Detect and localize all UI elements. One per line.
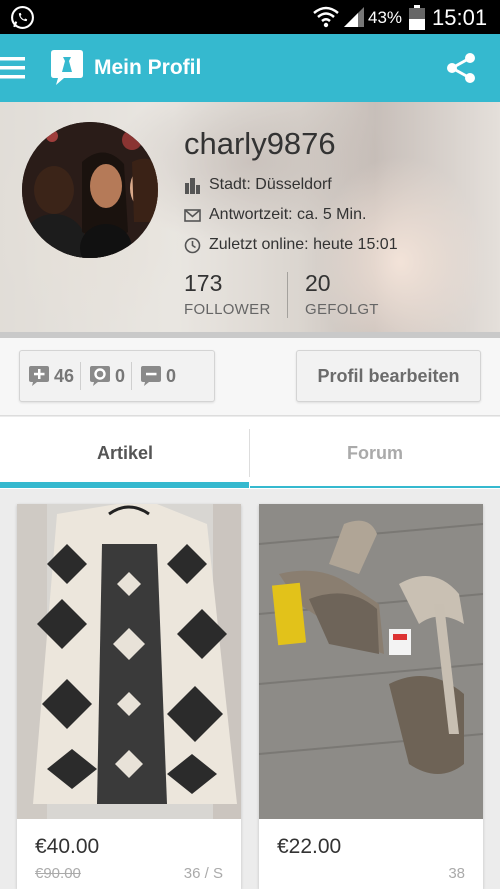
followers-count: 173 xyxy=(184,270,223,296)
product-card[interactable]: €40.00 €90.00 36 / S xyxy=(17,504,241,889)
wifi-icon xyxy=(313,6,339,28)
status-clock: 15:01 xyxy=(432,5,488,30)
city-icon xyxy=(185,177,200,194)
city-value: Düsseldorf xyxy=(255,176,332,193)
reply-value: ca. 5 Min. xyxy=(297,206,367,223)
positive-rating-counter[interactable]: 46 xyxy=(20,351,80,401)
share-icon[interactable] xyxy=(444,51,478,85)
profile-header: charly9876 Stadt: Düsseldorf Antwortzeit… xyxy=(0,102,500,338)
product-price: €40.00 xyxy=(35,835,100,858)
product-card[interactable]: €22.00 38 xyxy=(259,504,483,889)
avatar[interactable] xyxy=(22,122,158,258)
edit-profile-button[interactable]: Profil bearbeiten xyxy=(296,350,481,402)
product-image[interactable] xyxy=(259,504,483,819)
tab-bar-line xyxy=(250,486,500,488)
stat-divider xyxy=(287,272,288,318)
app-bar: Mein Profil xyxy=(0,34,500,102)
info-reply-time: Antwortzeit: ca. 5 Min. xyxy=(184,206,366,224)
info-last-online: Zuletzt online: heute 15:01 xyxy=(184,236,398,254)
product-size: 38 xyxy=(448,865,465,882)
product-image[interactable] xyxy=(17,504,241,819)
reply-label: Antwortzeit: xyxy=(209,206,293,223)
menu-icon[interactable] xyxy=(0,54,28,82)
battery-icon xyxy=(409,5,425,30)
neutral-rating-counter[interactable]: 0 xyxy=(81,351,131,401)
negative-rating-counter[interactable]: 0 xyxy=(132,351,182,401)
tab-articles[interactable]: Artikel xyxy=(0,417,250,489)
minus-bubble-icon xyxy=(141,366,162,386)
avatar-photo xyxy=(22,122,158,258)
active-tab-indicator xyxy=(0,482,249,488)
following-stat[interactable]: 20 GEFOLGT xyxy=(305,270,379,318)
app-logo-icon xyxy=(51,50,83,85)
online-value: heute 15:01 xyxy=(313,236,398,253)
followers-label: FOLLOWER xyxy=(184,301,271,318)
status-bar: 43% 15:01 xyxy=(0,0,500,34)
clock-icon xyxy=(184,237,201,253)
rating-counters[interactable]: 46 0 0 xyxy=(19,350,215,402)
whatsapp-icon xyxy=(11,6,34,29)
plus-bubble-icon xyxy=(29,366,49,386)
info-city: Stadt: Düsseldorf xyxy=(184,176,332,194)
following-label: GEFOLGT xyxy=(305,301,379,318)
negative-count: 0 xyxy=(166,365,177,386)
page-title: Mein Profil xyxy=(94,56,202,79)
positive-count: 46 xyxy=(54,365,75,386)
online-label: Zuletzt online: xyxy=(209,236,309,253)
sandals-photo xyxy=(259,504,483,819)
battery-percent: 43% xyxy=(368,8,403,27)
city-label: Stadt: xyxy=(209,176,251,193)
following-count: 20 xyxy=(305,270,331,296)
followers-stat[interactable]: 173 FOLLOWER xyxy=(184,270,271,318)
product-old-price: €90.00 xyxy=(35,865,81,882)
mail-icon xyxy=(184,208,201,222)
tab-forum[interactable]: Forum xyxy=(250,417,500,489)
action-row: 46 0 0 Profil bearbeiten xyxy=(0,338,500,416)
product-price: €22.00 xyxy=(277,835,342,858)
neutral-bubble-icon xyxy=(90,366,111,386)
profile-username: charly9876 xyxy=(184,126,336,161)
cardigan-photo xyxy=(17,504,241,819)
signal-icon xyxy=(344,7,364,27)
tab-bar: Artikel Forum xyxy=(0,417,500,489)
product-size: 36 / S xyxy=(183,865,223,882)
neutral-count: 0 xyxy=(115,365,126,386)
